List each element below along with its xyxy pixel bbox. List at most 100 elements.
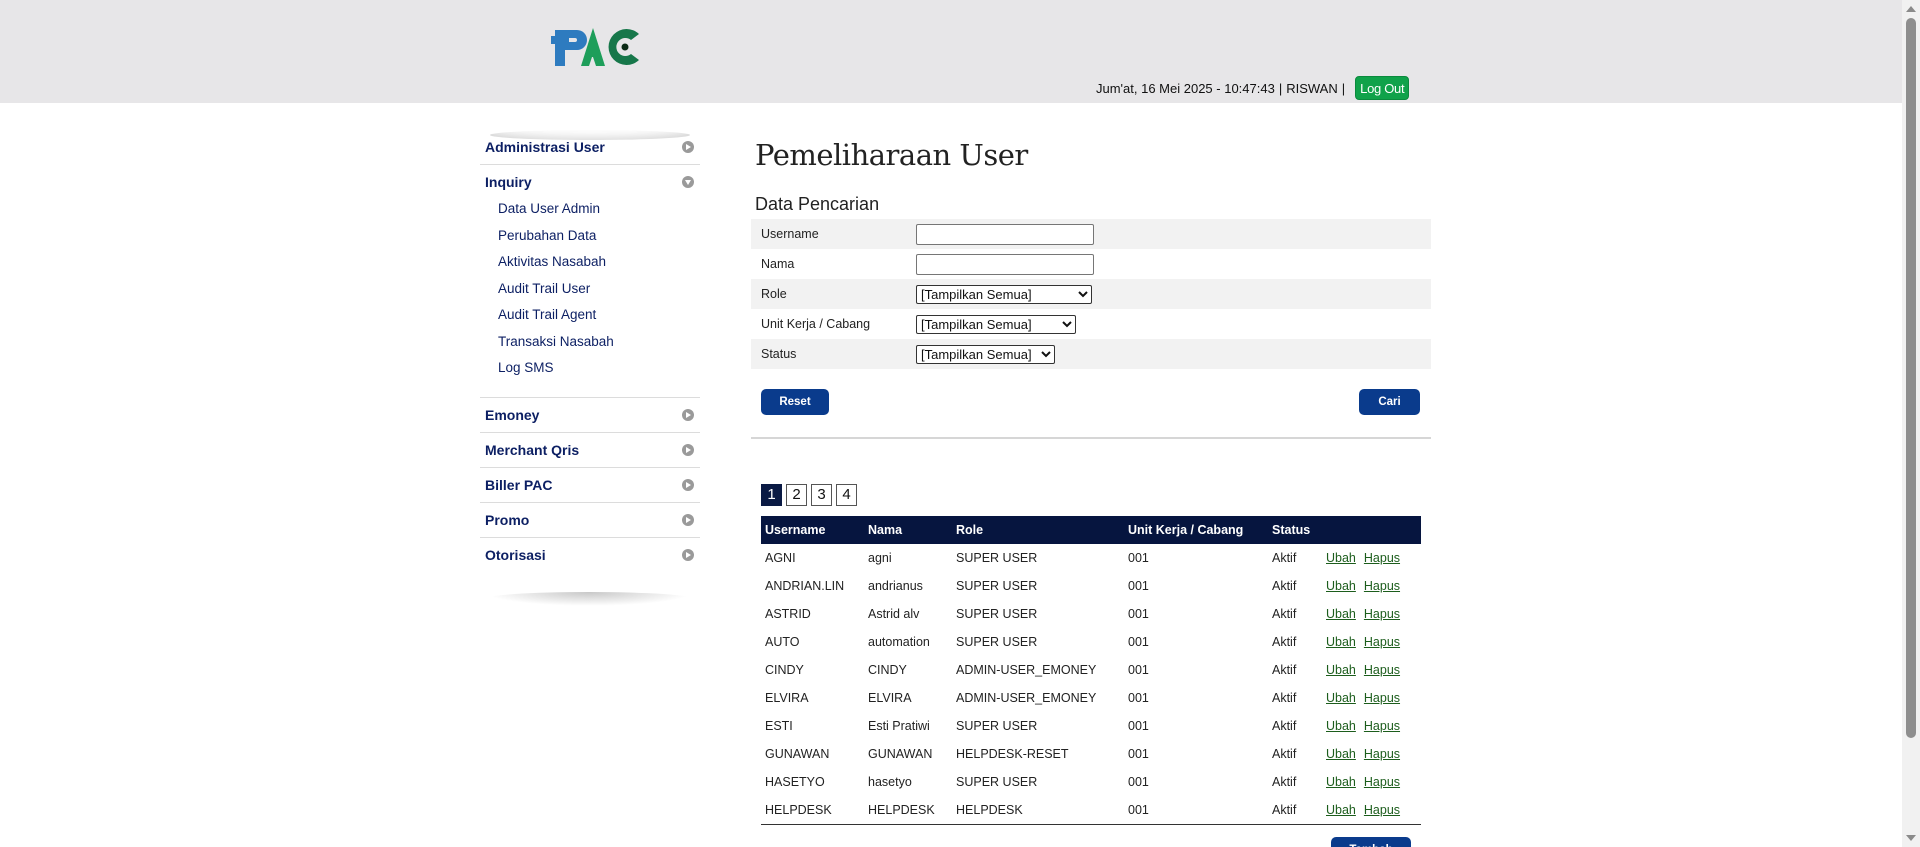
sidebar-group-administrasi-user: Administrasi User bbox=[480, 130, 700, 165]
user-table: Username Nama Role Unit Kerja / Cabang S… bbox=[761, 516, 1421, 825]
delete-link[interactable]: Hapus bbox=[1364, 691, 1400, 705]
datetime-text: Jum'at, 16 Mei 2025 - 10:47:43 bbox=[1096, 80, 1275, 96]
add-user-button[interactable]: Tambah bbox=[1331, 837, 1411, 847]
delete-link[interactable]: Hapus bbox=[1364, 747, 1400, 761]
status-select[interactable]: [Tampilkan Semua] bbox=[916, 344, 1055, 364]
submenu-item-audit-trail-user[interactable]: Audit Trail User bbox=[498, 279, 700, 306]
column-header-actions bbox=[1322, 516, 1421, 544]
edit-link[interactable]: Ubah bbox=[1326, 607, 1356, 621]
sidebar-shadow bbox=[484, 591, 694, 606]
cell-username: ASTRID bbox=[765, 607, 811, 621]
sidebar-item-promo[interactable]: Promo bbox=[480, 503, 700, 537]
cell-nama: GUNAWAN bbox=[868, 747, 933, 761]
cell-actions: Ubah Hapus bbox=[1322, 656, 1421, 684]
cell-nama: HELPDESK bbox=[864, 796, 952, 825]
sidebar-item-inquiry[interactable]: Inquiry bbox=[480, 165, 700, 199]
delete-link[interactable]: Hapus bbox=[1364, 663, 1400, 677]
sidebar-item-biller-pac[interactable]: Biller PAC bbox=[480, 468, 700, 502]
chevron-right-icon bbox=[682, 478, 694, 491]
delete-link[interactable]: Hapus bbox=[1364, 607, 1400, 621]
delete-link[interactable]: Hapus bbox=[1364, 635, 1400, 649]
table-row: AUTO automation SUPER USER 001 Aktif Ubah Hapu… bbox=[761, 628, 1421, 656]
username-label: Username bbox=[761, 227, 819, 241]
inquiry-submenu: Data User Admin Perubahan Data Aktivitas… bbox=[480, 199, 700, 397]
delete-link[interactable]: Hapus bbox=[1364, 579, 1400, 593]
edit-link[interactable]: Ubah bbox=[1326, 635, 1356, 649]
cell-unit: 001 bbox=[1128, 747, 1149, 761]
edit-link[interactable]: Ubah bbox=[1326, 663, 1356, 677]
delete-link[interactable]: Hapus bbox=[1364, 803, 1400, 817]
status-label: Status bbox=[761, 347, 797, 361]
page-3-link[interactable]: 3 bbox=[811, 484, 832, 506]
separator: | bbox=[1341, 80, 1346, 96]
edit-link[interactable]: Ubah bbox=[1326, 747, 1356, 761]
scroll-down-arrow-icon[interactable] bbox=[1906, 835, 1916, 841]
submenu-item-log-sms[interactable]: Log SMS bbox=[498, 358, 700, 385]
scrollbar-thumb[interactable] bbox=[1906, 18, 1916, 738]
delete-link[interactable]: Hapus bbox=[1364, 551, 1400, 565]
search-form: Username Nama Role [Tampilkan Semua] Uni… bbox=[751, 219, 1431, 439]
edit-link[interactable]: Ubah bbox=[1326, 719, 1356, 733]
sidebar-item-merchant-qris[interactable]: Merchant Qris bbox=[480, 433, 700, 467]
table-row: ESTI Esti Pratiwi SUPER USER 001 Aktif Ubah Ha… bbox=[761, 712, 1421, 740]
column-header-nama: Nama bbox=[864, 516, 952, 544]
cell-role: ADMIN-USER_EMONEY bbox=[956, 691, 1097, 705]
reset-button[interactable]: Reset bbox=[761, 389, 829, 415]
submenu-item-audit-trail-agent[interactable]: Audit Trail Agent bbox=[498, 305, 700, 332]
cell-username: HELPDESK bbox=[761, 796, 864, 825]
separator: | bbox=[1278, 80, 1283, 96]
nama-input[interactable] bbox=[916, 253, 1094, 275]
edit-link[interactable]: Ubah bbox=[1326, 579, 1356, 593]
sidebar-item-label: Merchant Qris bbox=[485, 441, 580, 458]
form-row-nama: Nama bbox=[751, 249, 1431, 279]
logout-button[interactable]: Log Out bbox=[1355, 76, 1410, 100]
delete-link[interactable]: Hapus bbox=[1364, 719, 1400, 733]
table-header-row: Username Nama Role Unit Kerja / Cabang S… bbox=[761, 516, 1421, 544]
pagination: 1 2 3 4 bbox=[761, 484, 857, 506]
table-row: AGNI agni SUPER USER 001 Aktif Ubah Hapus bbox=[761, 544, 1421, 572]
username-input[interactable] bbox=[916, 223, 1094, 245]
edit-link[interactable]: Ubah bbox=[1326, 691, 1356, 705]
submenu-item-transaksi-nasabah[interactable]: Transaksi Nasabah bbox=[498, 332, 700, 359]
cell-nama: andrianus bbox=[868, 579, 923, 593]
chevron-down-icon bbox=[682, 176, 694, 188]
unit-select[interactable]: [Tampilkan Semua] bbox=[916, 314, 1076, 334]
search-button[interactable]: Cari bbox=[1359, 389, 1420, 415]
page-4-link[interactable]: 4 bbox=[836, 484, 857, 506]
page-title: Pemeliharaan User bbox=[755, 138, 1028, 172]
cell-unit: 001 bbox=[1128, 719, 1149, 733]
cell-status: Aktif bbox=[1272, 691, 1297, 705]
sidebar-item-administrasi-user[interactable]: Administrasi User bbox=[480, 130, 700, 164]
cell-status: Aktif bbox=[1272, 579, 1297, 593]
cell-actions: Ubah Hapus bbox=[1322, 740, 1421, 768]
cell-username: AGNI bbox=[765, 551, 796, 565]
cell-unit: 001 bbox=[1124, 796, 1268, 825]
role-select[interactable]: [Tampilkan Semua] bbox=[916, 284, 1092, 304]
delete-link[interactable]: Hapus bbox=[1364, 775, 1400, 789]
table-row: ANDRIAN.LIN andrianus SUPER USER 001 Aktif Ub… bbox=[761, 572, 1421, 600]
user-table-body: AGNI agni SUPER USER 001 Aktif Ubah Hapus ANDRI… bbox=[761, 544, 1421, 825]
submenu-item-data-user-admin[interactable]: Data User Admin bbox=[498, 199, 700, 226]
cell-role: SUPER USER bbox=[956, 635, 1038, 649]
cell-unit: 001 bbox=[1128, 691, 1149, 705]
form-actions: Reset Cari bbox=[751, 369, 1431, 439]
cell-unit: 001 bbox=[1128, 579, 1149, 593]
page-1-link[interactable]: 1 bbox=[761, 484, 782, 506]
edit-link[interactable]: Ubah bbox=[1326, 803, 1356, 817]
sidebar-item-otorisasi[interactable]: Otorisasi bbox=[480, 538, 700, 572]
sidebar-item-emoney[interactable]: Emoney bbox=[480, 398, 700, 432]
edit-link[interactable]: Ubah bbox=[1326, 775, 1356, 789]
cell-status: Aktif bbox=[1272, 747, 1297, 761]
vertical-scrollbar[interactable] bbox=[1902, 0, 1920, 847]
unit-label: Unit Kerja / Cabang bbox=[761, 317, 871, 331]
cell-username: AUTO bbox=[765, 635, 800, 649]
sidebar-group-inquiry: Inquiry Data User Admin Perubahan Data A… bbox=[480, 165, 700, 398]
submenu-item-aktivitas-nasabah[interactable]: Aktivitas Nasabah bbox=[498, 252, 700, 279]
form-row-username: Username bbox=[751, 219, 1431, 249]
scroll-up-arrow-icon[interactable] bbox=[1906, 6, 1916, 12]
edit-link[interactable]: Ubah bbox=[1326, 551, 1356, 565]
page-2-link[interactable]: 2 bbox=[786, 484, 807, 506]
cell-unit: 001 bbox=[1128, 635, 1149, 649]
sidebar-group-merchant-qris: Merchant Qris bbox=[480, 433, 700, 468]
submenu-item-perubahan-data[interactable]: Perubahan Data bbox=[498, 226, 700, 253]
